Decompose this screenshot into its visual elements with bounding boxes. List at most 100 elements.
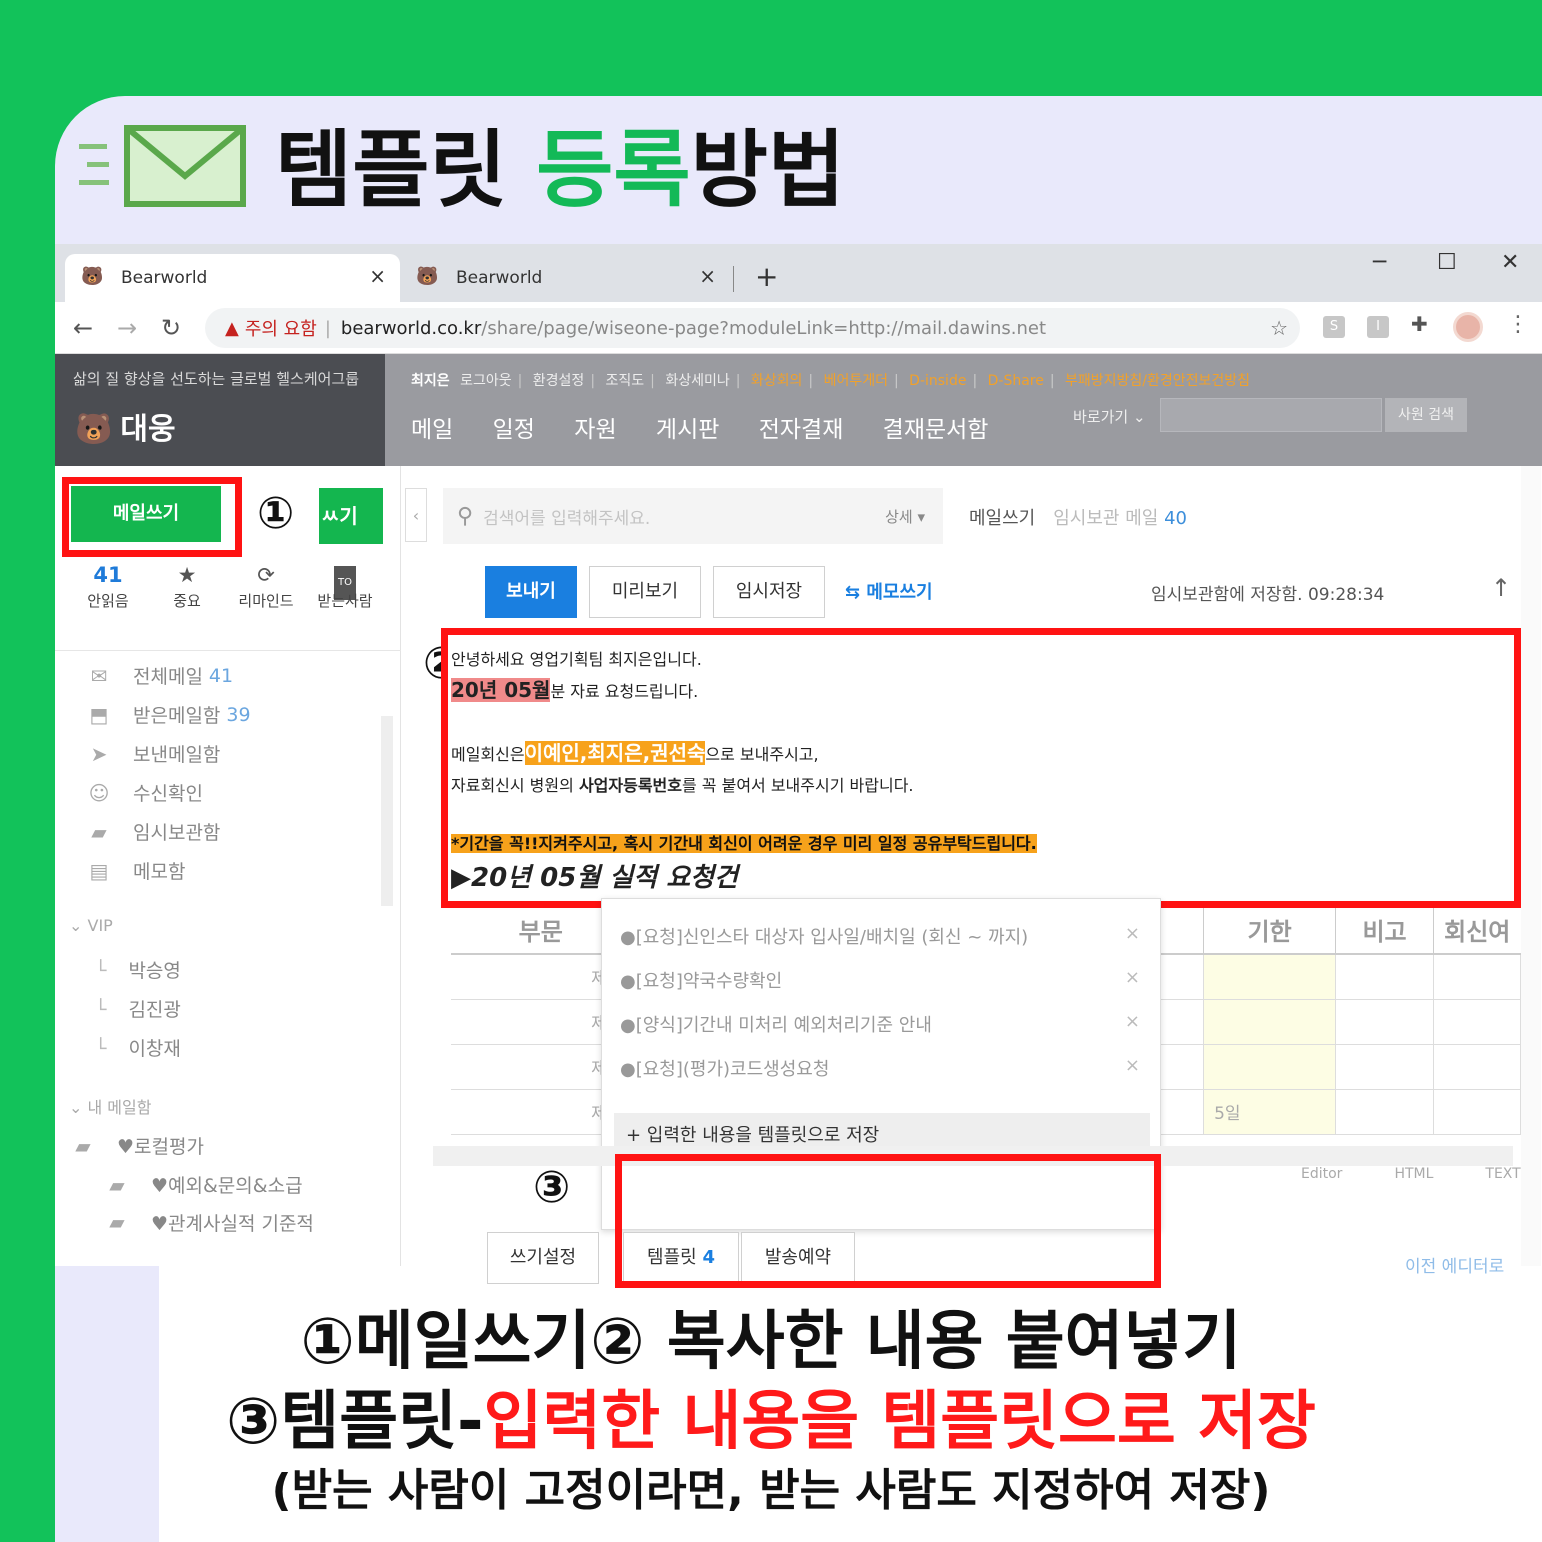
close-window-icon[interactable]: ✕: [1501, 250, 1519, 275]
tab-title: Bearworld: [121, 268, 208, 288]
scroll-top-icon[interactable]: ↑: [1491, 574, 1511, 602]
folder-memo[interactable]: ▤ 메모함: [85, 857, 186, 884]
vip-section[interactable]: ⌄ VIP: [69, 916, 113, 935]
extension-s-icon[interactable]: S: [1323, 316, 1345, 338]
vip-item[interactable]: └ 박승영: [95, 956, 181, 983]
table-cell: [1335, 1044, 1434, 1090]
remove-template-icon[interactable]: ×: [1125, 1011, 1140, 1032]
template-item[interactable]: ●[요청]신인스타 대상자 입사일/배치일 (회신 ~ 까지) ×: [620, 923, 1140, 949]
my-folder[interactable]: ▰ ♥예외&문의&소급: [103, 1171, 302, 1198]
top-link[interactable]: 환경설정: [533, 373, 585, 389]
quick-remind[interactable]: ⟳ 리마인드: [231, 560, 301, 611]
save-draft-button[interactable]: 임시저장: [713, 566, 825, 618]
template-item[interactable]: ●[양식]기간내 미처리 예외처리기준 안내 ×: [620, 1011, 1140, 1037]
mode-text[interactable]: TEXT: [1485, 1166, 1520, 1182]
menu-kebab-icon[interactable]: ⋮: [1507, 312, 1529, 337]
search-placeholder: 검색어를 입력해주세요.: [483, 508, 651, 529]
warning-icon: ▲: [225, 317, 239, 339]
extension-i-icon[interactable]: I: [1367, 316, 1389, 338]
table-cell: [1433, 1044, 1521, 1090]
menu-resources[interactable]: 자원: [574, 417, 616, 443]
editor-vertical-scrollbar[interactable]: [1521, 466, 1541, 1266]
menu-approval-docs[interactable]: 결재문서함: [883, 417, 989, 443]
forward-icon[interactable]: →: [117, 314, 137, 342]
template-item[interactable]: ●[요청](평가)코드생성요청 ×: [620, 1055, 1140, 1081]
divider: |: [735, 373, 741, 389]
browser-tab-1[interactable]: 🐻 Bearworld ×: [65, 254, 400, 302]
url-field[interactable]: ▲ 주의 요함 | bearworld.co.kr/share/page/wis…: [205, 308, 1300, 348]
folder-icon: ▰: [109, 1172, 125, 1197]
top-link[interactable]: 로그아웃: [460, 373, 512, 389]
folder-sent[interactable]: ➤ 보낸메일함: [85, 740, 221, 767]
vip-item[interactable]: └ 이창재: [95, 1034, 181, 1061]
write-mail-button-secondary[interactable]: ㅆ기: [319, 488, 383, 544]
browser-tab-2[interactable]: 🐻 Bearworld ×: [400, 254, 730, 302]
previous-editor-link[interactable]: 이전 에디터로: [1405, 1252, 1504, 1277]
profile-avatar[interactable]: [1453, 312, 1483, 342]
divider: |: [1049, 373, 1055, 389]
app-header: 삶의 질 향상을 선도하는 글로벌 헬스케어그룹 🐻 대웅 최지은 로그아웃 | 환…: [55, 354, 1542, 466]
my-mailbox-section[interactable]: ⌄ 내 메일함: [69, 1094, 151, 1118]
mode-html[interactable]: HTML: [1394, 1166, 1433, 1182]
collapse-sidebar-icon[interactable]: ‹: [405, 488, 427, 542]
my-folder[interactable]: ▰ ♥로컬평가: [69, 1132, 204, 1159]
search-detail-dropdown[interactable]: 상세 ▾: [885, 506, 925, 527]
folder-label: 메모함: [133, 861, 186, 883]
caption-line-2: ③템플릿-입력한 내용을 템플릿으로 저장: [0, 1370, 1542, 1462]
vip-item[interactable]: └ 김진광: [95, 995, 181, 1022]
menu-mail[interactable]: 메일: [411, 417, 453, 443]
minimize-icon[interactable]: ─: [1373, 250, 1386, 275]
remove-template-icon[interactable]: ×: [1125, 967, 1140, 988]
user-name[interactable]: 최지은: [411, 373, 450, 389]
quick-recipient[interactable]: TO 받는사람: [310, 560, 380, 611]
remove-template-icon[interactable]: ×: [1125, 1055, 1140, 1076]
menu-approval[interactable]: 전자결재: [759, 417, 844, 443]
employee-search-button[interactable]: 사원 검색: [1385, 398, 1467, 432]
write-memo-link[interactable]: ⇆ 메모쓰기: [845, 578, 933, 604]
folder-inbox[interactable]: ⬒ 받은메일함 39: [85, 701, 251, 728]
menu-board[interactable]: 게시판: [656, 417, 719, 443]
vip-name: 박승영: [128, 960, 181, 982]
my-folder[interactable]: ▰ ♥관계사실적 기준적: [103, 1210, 314, 1234]
top-link[interactable]: 베어투게더: [824, 373, 888, 389]
folder-all-mail[interactable]: ✉ 전체메일 41: [85, 662, 234, 689]
quick-unread[interactable]: 41 안읽음: [73, 560, 143, 611]
quick-label: 중요: [173, 592, 201, 610]
remove-template-icon[interactable]: ×: [1125, 923, 1140, 944]
top-link[interactable]: 화상회의: [751, 373, 803, 389]
new-tab-icon[interactable]: +: [755, 260, 778, 293]
quick-important[interactable]: ★ 중요: [152, 560, 222, 611]
sidebar-scrollbar[interactable]: [381, 716, 393, 906]
folder-read-receipt[interactable]: ☺ 수신확인: [85, 779, 203, 806]
folder-drafts[interactable]: ▰ 임시보관함: [85, 818, 220, 845]
top-link[interactable]: D-Share: [988, 373, 1044, 389]
bookmark-star-icon[interactable]: ☆: [1270, 316, 1288, 340]
table-header: 비고: [1335, 906, 1434, 955]
template-title: ●[요청]신인스타 대상자 입사일/배치일 (회신 ~ 까지): [620, 927, 1029, 948]
preview-button[interactable]: 미리보기: [589, 566, 701, 618]
brand-logo[interactable]: 🐻 대웅: [75, 404, 176, 448]
puzzle-extensions-icon[interactable]: ✚: [1411, 312, 1428, 336]
bear-favicon-icon: 🐻: [81, 266, 104, 287]
table-cell: [1335, 954, 1434, 1000]
back-icon[interactable]: ←: [73, 314, 93, 342]
jump-dropdown[interactable]: 바로가기 ⌄: [1073, 406, 1146, 427]
close-tab-icon[interactable]: ×: [699, 264, 716, 288]
employee-search-input[interactable]: [1160, 398, 1382, 432]
crumb-drafts[interactable]: 임시보관 메일: [1053, 508, 1158, 529]
write-settings-button[interactable]: 쓰기설정: [487, 1232, 599, 1284]
top-link[interactable]: D-inside: [909, 373, 966, 389]
top-link[interactable]: 부패방지방침/환경안전보건방침: [1065, 373, 1250, 389]
vip-name: 이창재: [128, 1038, 181, 1060]
top-links: 최지은 로그아웃 | 환경설정 | 조직도 | 화상세미나 | 화상회의 | 베어투게더 |…: [411, 370, 1256, 390]
send-button[interactable]: 보내기: [485, 566, 577, 618]
close-tab-icon[interactable]: ×: [369, 264, 386, 288]
menu-schedule[interactable]: 일정: [493, 417, 535, 443]
template-item[interactable]: ●[요청]약국수량확인 ×: [620, 967, 1140, 993]
top-link[interactable]: 조직도: [606, 373, 645, 389]
reload-icon[interactable]: ↻: [161, 314, 181, 342]
mail-search-input[interactable]: ⚲ 검색어를 입력해주세요. 상세 ▾: [443, 488, 943, 544]
mode-editor[interactable]: Editor: [1301, 1166, 1342, 1182]
maximize-icon[interactable]: ☐: [1437, 250, 1457, 275]
top-link[interactable]: 화상세미나: [665, 373, 729, 389]
